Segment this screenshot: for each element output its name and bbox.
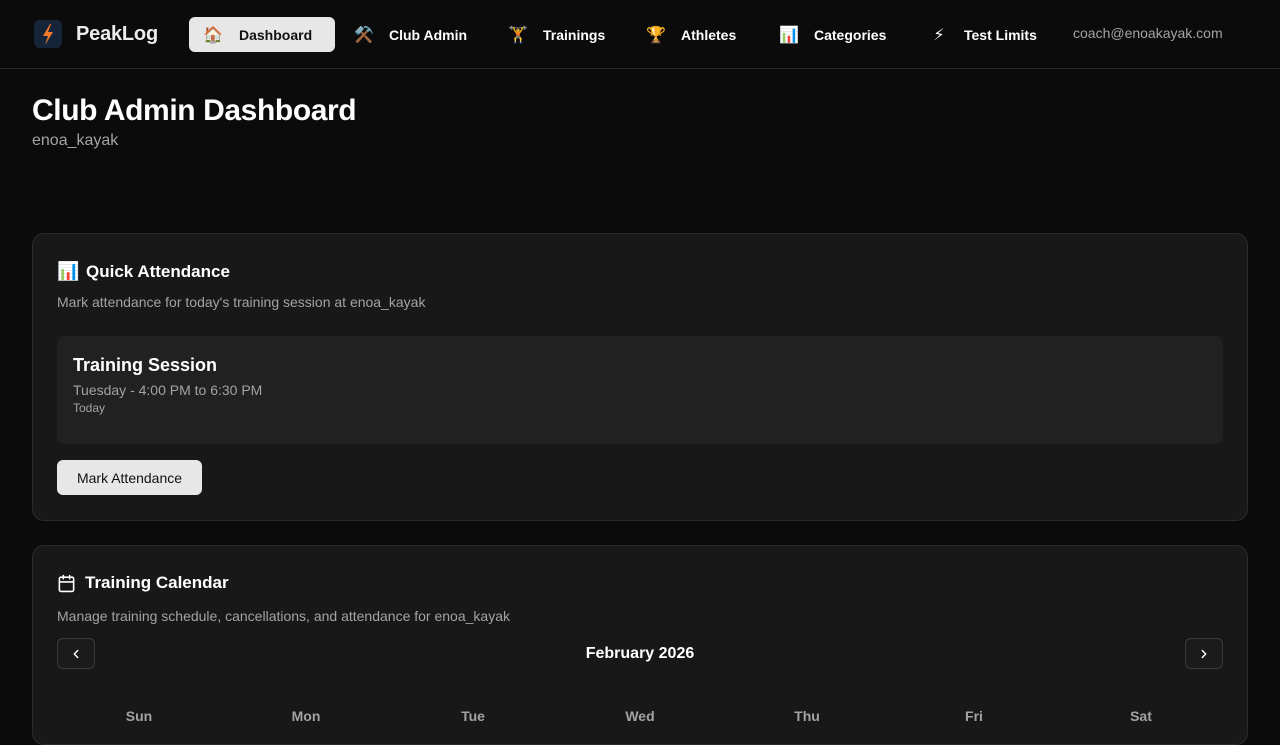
brand[interactable]: PeakLog (34, 19, 158, 49)
session-time: Tuesday - 4:00 PM to 6:30 PM (73, 382, 263, 398)
brand-name: PeakLog (76, 22, 158, 45)
chevron-right-icon (1201, 649, 1207, 658)
weekday-sat: Sat (1130, 708, 1152, 724)
session-day: Today (73, 401, 106, 415)
training-session-box: Training Session Tuesday - 4:00 PM to 6:… (57, 336, 1223, 444)
quick-attendance-title: Quick Attendance (86, 261, 230, 281)
nav-dashboard[interactable]: 🏠 Dashboard (189, 17, 335, 52)
training-calendar-header: Training Calendar (57, 573, 229, 593)
page-title: Club Admin Dashboard (32, 94, 357, 127)
weekday-mon: Mon (291, 708, 321, 724)
bar-chart-icon: 📊 (779, 25, 799, 44)
bar-chart-icon: 📊 (57, 261, 80, 282)
top-navigation: PeakLog 🏠 Dashboard ⚒️ Club Admin 🏋️ Tra… (0, 0, 1280, 69)
weekday-fri: Fri (965, 708, 983, 724)
next-month-button[interactable] (1185, 638, 1223, 669)
weekday-thu: Thu (794, 708, 820, 724)
training-calendar-card: Training Calendar Manage training schedu… (32, 545, 1248, 745)
nav-trainings[interactable]: 🏋️ Trainings (506, 17, 616, 52)
weekday-wed: Wed (625, 708, 655, 724)
house-icon: 🏠 (203, 25, 223, 44)
trophy-icon: 🏆 (646, 25, 666, 44)
quick-attendance-header: 📊 Quick Attendance (57, 261, 230, 282)
calendar-icon (57, 574, 77, 593)
lightning-logo-icon (34, 20, 62, 48)
quick-attendance-description: Mark attendance for today's training ses… (57, 294, 426, 310)
nav-dashboard-label: Dashboard (239, 26, 313, 43)
weekday-sun: Sun (125, 708, 153, 724)
nav-test-limits-label: Test Limits (964, 26, 1037, 43)
nav-club-admin-label: Club Admin (389, 26, 468, 43)
quick-attendance-card: 📊 Quick Attendance Mark attendance for t… (32, 233, 1248, 521)
calendar-month-label: February 2026 (585, 645, 695, 662)
training-calendar-description: Manage training schedule, cancellations,… (57, 608, 510, 624)
training-calendar-title: Training Calendar (85, 573, 229, 592)
mark-attendance-button[interactable]: Mark Attendance (57, 460, 202, 495)
weekday-tue: Tue (461, 708, 485, 724)
weightlifter-icon: 🏋️ (508, 25, 528, 44)
nav-categories[interactable]: 📊 Categories (777, 17, 899, 52)
page-subtitle: enoa_kayak (32, 132, 119, 149)
user-email[interactable]: coach@enoakayak.com (1073, 25, 1223, 41)
nav-trainings-label: Trainings (543, 26, 606, 43)
session-title: Training Session (73, 355, 218, 375)
hammer-pick-icon: ⚒️ (354, 25, 374, 44)
nav-test-limits[interactable]: ⚡ Test Limits (927, 17, 1049, 52)
lightning-icon: ⚡ (933, 25, 945, 44)
nav-categories-label: Categories (814, 26, 887, 43)
nav-athletes[interactable]: 🏆 Athletes (644, 17, 749, 52)
nav-athletes-label: Athletes (681, 26, 737, 43)
nav-club-admin[interactable]: ⚒️ Club Admin (352, 17, 477, 52)
